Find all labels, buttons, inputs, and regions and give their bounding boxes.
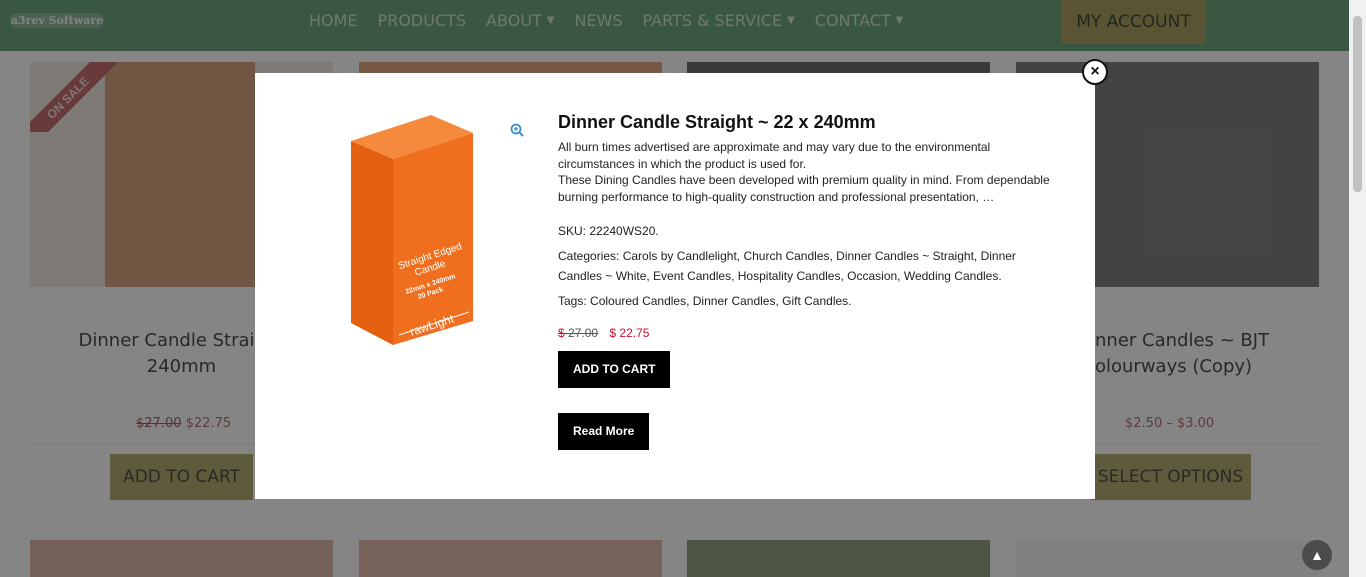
tags-links[interactable]: Coloured Candles, Dinner Candles, Gift C… bbox=[590, 294, 851, 308]
price-old: $ 27.00 bbox=[558, 326, 598, 340]
scrollbar[interactable] bbox=[1349, 0, 1366, 577]
close-modal-button[interactable]: × bbox=[1082, 59, 1108, 85]
categories-links[interactable]: Carols by Candlelight, Church Candles, D… bbox=[558, 249, 1016, 283]
read-more-button[interactable]: Read More bbox=[558, 413, 650, 450]
tags-label: Tags: bbox=[558, 294, 587, 308]
scroll-top-button[interactable]: ▲ bbox=[1302, 540, 1332, 570]
product-title[interactable]: Dinner Candle Straight ~ 22 x 240mm bbox=[558, 111, 1063, 133]
product-description: All burn times advertised are approximat… bbox=[558, 139, 1063, 205]
product-image[interactable]: Straight Edged Candle 22mm x 240mm 20 Pa… bbox=[343, 109, 483, 353]
zoom-icon[interactable] bbox=[510, 123, 524, 137]
add-to-cart-button[interactable]: ADD TO CART bbox=[558, 351, 671, 388]
product-categories: Categories: Carols by Candlelight, Churc… bbox=[558, 246, 1063, 286]
chevron-up-icon: ▲ bbox=[1310, 547, 1324, 563]
product-tags: Tags: Coloured Candles, Dinner Candles, … bbox=[558, 291, 1063, 311]
close-icon: × bbox=[1090, 63, 1100, 80]
product-price: $ 27.00 $ 22.75 bbox=[558, 325, 1063, 341]
scrollbar-thumb[interactable] bbox=[1353, 16, 1362, 192]
product-summary: Dinner Candle Straight ~ 22 x 240mm All … bbox=[558, 111, 1063, 450]
sku-label: SKU: bbox=[558, 224, 587, 238]
price-new: $ 22.75 bbox=[609, 326, 650, 340]
categories-label: Categories: bbox=[558, 249, 620, 263]
description-line-1: All burn times advertised are approximat… bbox=[558, 140, 991, 171]
product-sku: SKU: 22240WS20. bbox=[558, 221, 1063, 241]
quick-view-modal: Straight Edged Candle 22mm x 240mm 20 Pa… bbox=[255, 73, 1095, 499]
price-old-currency: $ bbox=[558, 326, 565, 340]
description-line-2: These Dining Candles have been developed… bbox=[558, 173, 1050, 204]
price-old-value: 27.00 bbox=[568, 326, 599, 340]
sku-value: 22240WS20. bbox=[589, 224, 659, 238]
